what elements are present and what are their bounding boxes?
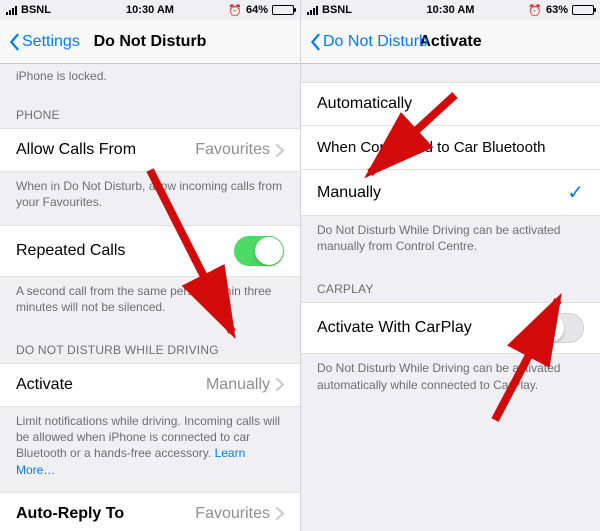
page-title: Do Not Disturb — [94, 33, 207, 51]
chevron-right-icon — [276, 507, 284, 520]
navbar: Do Not Disturb Activate — [301, 20, 600, 64]
row-label: Automatically — [317, 95, 412, 113]
screen-activate: BSNL 10:30 AM ⏰ 63% Do Not Disturb Activ… — [300, 0, 600, 531]
row-label: Activate — [16, 376, 73, 394]
section-header-dnd-driving: DO NOT DISTURB WHILE DRIVING — [0, 329, 300, 363]
row-value: Favourites — [195, 505, 270, 523]
back-label: Do Not Disturb — [323, 33, 428, 51]
chevron-right-icon — [276, 144, 284, 157]
chevron-right-icon — [276, 378, 284, 391]
footer-text: When in Do Not Disturb, allow incoming c… — [0, 172, 300, 224]
battery-icon — [272, 5, 294, 15]
screen-do-not-disturb: BSNL 10:30 AM ⏰ 64% Settings Do Not Dist… — [0, 0, 300, 531]
back-button[interactable]: Do Not Disturb — [305, 20, 432, 63]
chevron-left-icon — [8, 33, 20, 51]
row-label: Manually — [317, 184, 381, 202]
content-scroll[interactable]: iPhone is locked. PHONE Allow Calls From… — [0, 64, 300, 531]
back-label: Settings — [22, 33, 80, 51]
row-automatically[interactable]: Automatically — [301, 82, 600, 126]
toggle-carplay[interactable] — [534, 313, 584, 343]
status-time: 10:30 AM — [0, 4, 300, 16]
row-label: Auto-Reply To — [16, 505, 124, 523]
section-header-carplay: CARPLAY — [301, 268, 600, 302]
row-label: Allow Calls From — [16, 141, 136, 159]
row-label: When Connected to Car Bluetooth — [317, 139, 545, 156]
status-bar: BSNL 10:30 AM ⏰ 64% — [0, 0, 300, 20]
navbar: Settings Do Not Disturb — [0, 20, 300, 64]
toggle-repeated-calls[interactable] — [234, 236, 284, 266]
footer-text: A second call from the same person withi… — [0, 277, 300, 329]
row-activate[interactable]: Activate Manually — [0, 363, 300, 407]
row-repeated-calls[interactable]: Repeated Calls — [0, 225, 300, 277]
back-button[interactable]: Settings — [4, 20, 84, 63]
row-auto-reply-to[interactable]: Auto-Reply To Favourites — [0, 492, 300, 531]
row-activate-carplay[interactable]: Activate With CarPlay — [301, 302, 600, 354]
footer-text: Do Not Disturb While Driving can be acti… — [301, 216, 600, 268]
row-car-bluetooth[interactable]: When Connected to Car Bluetooth — [301, 126, 600, 170]
checkmark-icon: ✓ — [567, 180, 584, 205]
row-label: Activate With CarPlay — [317, 319, 472, 337]
battery-icon — [572, 5, 594, 15]
row-label: Repeated Calls — [16, 242, 125, 260]
footer-text: iPhone is locked. — [0, 64, 300, 94]
status-time: 10:30 AM — [301, 4, 600, 16]
chevron-left-icon — [309, 33, 321, 51]
row-value: Manually — [206, 376, 270, 394]
footer-text: Do Not Disturb While Driving can be acti… — [301, 354, 600, 406]
status-bar: BSNL 10:30 AM ⏰ 63% — [301, 0, 600, 20]
row-manually[interactable]: Manually ✓ — [301, 170, 600, 216]
row-value: Favourites — [195, 141, 270, 159]
section-header-phone: PHONE — [0, 94, 300, 128]
row-allow-calls-from[interactable]: Allow Calls From Favourites — [0, 128, 300, 172]
content-scroll[interactable]: Automatically When Connected to Car Blue… — [301, 64, 600, 531]
footer-text: Limit notifications while driving. Incom… — [0, 407, 300, 492]
